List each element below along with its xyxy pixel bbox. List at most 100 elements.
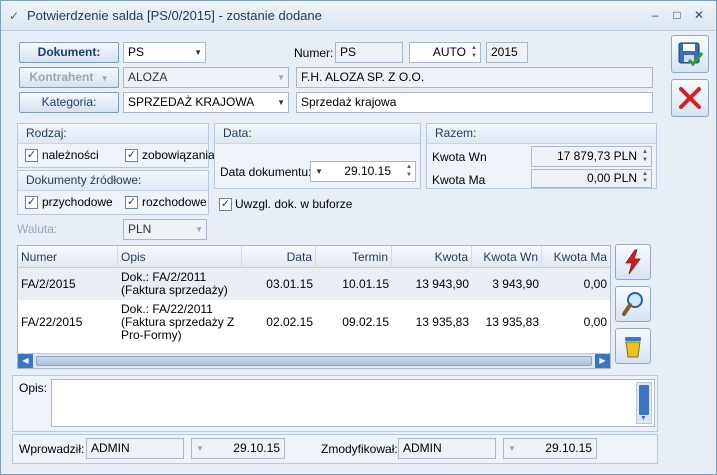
cell-termin: 09.02.15: [342, 315, 389, 329]
close-button[interactable]: ✕: [691, 7, 707, 23]
lightning-button[interactable]: [615, 244, 651, 280]
zrodlowe-title: Dokumenty źródłowe:: [18, 171, 208, 191]
dokument-select[interactable]: PS ▼: [123, 42, 206, 63]
cell-kwota-ma: 0,00: [583, 315, 607, 329]
zobowiazania-checkbox[interactable]: ✓: [125, 149, 138, 162]
minimize-button[interactable]: –: [647, 7, 663, 23]
dokument-value: PS: [128, 45, 145, 59]
chevron-down-icon: ▼: [195, 225, 203, 234]
maximize-button[interactable]: □: [669, 7, 685, 23]
wprowadzil-date-field: ▼ 29.10.15: [191, 438, 285, 459]
data-dokumentu-value: 29.10.15: [344, 164, 391, 178]
razem-title: Razem:: [427, 124, 656, 144]
kwota-ma-value: 0,00 PLN: [586, 171, 637, 185]
column-header-numer[interactable]: Numer: [18, 246, 118, 268]
scroll-down-icon[interactable]: ▼: [640, 415, 647, 422]
rozchodowe-label: rozchodowe: [142, 195, 207, 209]
trash-icon: [625, 337, 641, 358]
cancel-button[interactable]: [671, 79, 709, 117]
cell-numer: FA/2/2015: [21, 277, 76, 291]
wprowadzil-user-field: ADMIN: [86, 438, 184, 459]
cell-termin: 10.01.15: [342, 277, 389, 291]
opis-textarea[interactable]: ▼: [51, 379, 655, 427]
spinner-icon[interactable]: ▲ ▼: [405, 163, 413, 180]
column-header-data[interactable]: Data: [242, 246, 316, 268]
column-header-kwota-ma[interactable]: Kwota Ma: [542, 246, 610, 268]
kontrahent-label: Kontrahent: [29, 70, 94, 84]
kontrahent-select: ALOZA ▼: [123, 67, 289, 88]
dialog-window: ✓ Potwierdzenie salda [PS/0/2015] - zost…: [0, 0, 717, 475]
rozchodowe-checkbox[interactable]: ✓: [125, 196, 138, 209]
wprowadzil-label: Wprowadził:: [19, 442, 85, 456]
wprowadzil-date-value: 29.10.15: [233, 441, 280, 455]
spinner-icon: ▲ ▼: [642, 149, 648, 163]
zrodlowe-group: Dokumenty źródłowe: ✓ przychodowe ✓ rozc…: [17, 170, 209, 215]
kontrahent-button: Kontrahent ▼: [19, 67, 119, 88]
table-row[interactable]: FA/22/2015 Dok.: FA/22/2011 (Faktura spr…: [18, 300, 610, 344]
search-button[interactable]: [615, 286, 651, 322]
cell-kwota: 13 943,90: [415, 277, 469, 291]
spinner-icon[interactable]: ▲ ▼: [470, 44, 478, 61]
data-dokumentu-label: Data dokumentu:: [220, 165, 312, 179]
numer-auto-value: AUTO: [432, 45, 466, 59]
kwota-wn-value: 17 879,73 PLN: [556, 149, 637, 163]
floppy-save-icon: [678, 42, 704, 67]
kategoria-select[interactable]: SPRZEDAŻ KRAJOWA ▼: [123, 92, 289, 113]
horizontal-scrollbar[interactable]: ◀ ▶: [18, 353, 610, 368]
save-button[interactable]: [671, 35, 709, 73]
dokument-button[interactable]: Dokument:: [19, 42, 119, 63]
kwota-ma-field: 0,00 PLN ▲ ▼: [531, 169, 652, 188]
cell-kwota-wn: 13 935,83: [485, 315, 539, 329]
column-header-kwota[interactable]: Kwota: [392, 246, 472, 268]
chevron-down-icon: ▼: [196, 444, 204, 453]
kategoria-value: SPRZEDAŻ KRAJOWA: [128, 95, 255, 109]
vertical-scrollbar[interactable]: ▼: [636, 382, 652, 424]
cell-opis: Dok.: FA/2/2011 (Faktura sprzedaży): [121, 270, 228, 297]
app-icon: ✓: [9, 9, 20, 23]
numer-prefix-field: PS: [335, 42, 403, 63]
zmodyfikowal-date-field: ▼ 29.10.15: [503, 438, 597, 459]
column-header-kwota-wn[interactable]: Kwota Wn: [472, 246, 542, 268]
cell-opis: Dok.: FA/22/2011 (Faktura sprzedaży Z Pr…: [121, 302, 235, 342]
lightning-icon: [625, 249, 641, 275]
documents-table[interactable]: Numer Opis Data Termin Kwota Kwota Wn Kw…: [17, 245, 611, 369]
kwota-wn-label: Kwota Wn: [432, 150, 487, 164]
cell-kwota-ma: 0,00: [583, 277, 607, 291]
data-group: Data: Data dokumentu: ▼ 29.10.15 ▲ ▼: [214, 123, 421, 189]
table-header: Numer Opis Data Termin Kwota Kwota Wn Kw…: [18, 246, 610, 268]
zmodyfikowal-user-field: ADMIN: [398, 438, 496, 459]
cell-data: 03.01.15: [266, 277, 313, 291]
chevron-down-icon[interactable]: ▼: [315, 162, 323, 181]
zobowiazania-label: zobowiązania: [142, 148, 215, 162]
waluta-select: PLN ▼: [123, 219, 207, 240]
kategoria-desc-field[interactable]: Sprzedaż krajowa: [296, 92, 653, 113]
numer-label: Numer:: [294, 46, 334, 60]
bufor-checkbox[interactable]: ✓: [219, 198, 232, 211]
chevron-down-icon: ▼: [277, 73, 285, 82]
numer-year-field: 2015: [486, 42, 528, 63]
column-header-opis[interactable]: Opis: [118, 246, 242, 268]
column-header-termin[interactable]: Termin: [316, 246, 392, 268]
table-row[interactable]: FA/2/2015 Dok.: FA/2/2011 (Faktura sprze…: [18, 268, 610, 300]
scroll-thumb[interactable]: [639, 385, 649, 415]
spinner-icon: ▲ ▼: [642, 171, 648, 184]
kontrahent-name-field: F.H. ALOZA SP. Z O.O.: [296, 67, 653, 88]
data-title: Data:: [215, 124, 420, 144]
rodzaj-group: Rodzaj: ✓ należności ✓ zobowiązania: [17, 123, 215, 168]
data-dokumentu-field[interactable]: ▼ 29.10.15 ▲ ▼: [310, 161, 416, 182]
chevron-down-icon: ▼: [508, 444, 516, 453]
przychodowe-checkbox[interactable]: ✓: [25, 196, 38, 209]
kategoria-button[interactable]: Kategoria:: [19, 92, 119, 113]
opis-label: Opis:: [19, 381, 48, 395]
scroll-right-icon[interactable]: ▶: [595, 354, 610, 368]
window-title: Potwierdzenie salda [PS/0/2015] - zostan…: [27, 8, 322, 23]
chevron-down-icon: ▼: [277, 98, 285, 107]
zmodyfikowal-date-value: 29.10.15: [545, 441, 592, 455]
numer-auto-field[interactable]: AUTO ▲ ▼: [409, 42, 481, 63]
naleznosci-checkbox[interactable]: ✓: [25, 149, 38, 162]
delete-button[interactable]: [615, 328, 651, 364]
cell-kwota: 13 935,83: [415, 315, 469, 329]
scroll-thumb[interactable]: [36, 356, 592, 366]
waluta-value: PLN: [128, 222, 152, 236]
scroll-left-icon[interactable]: ◀: [18, 354, 33, 368]
